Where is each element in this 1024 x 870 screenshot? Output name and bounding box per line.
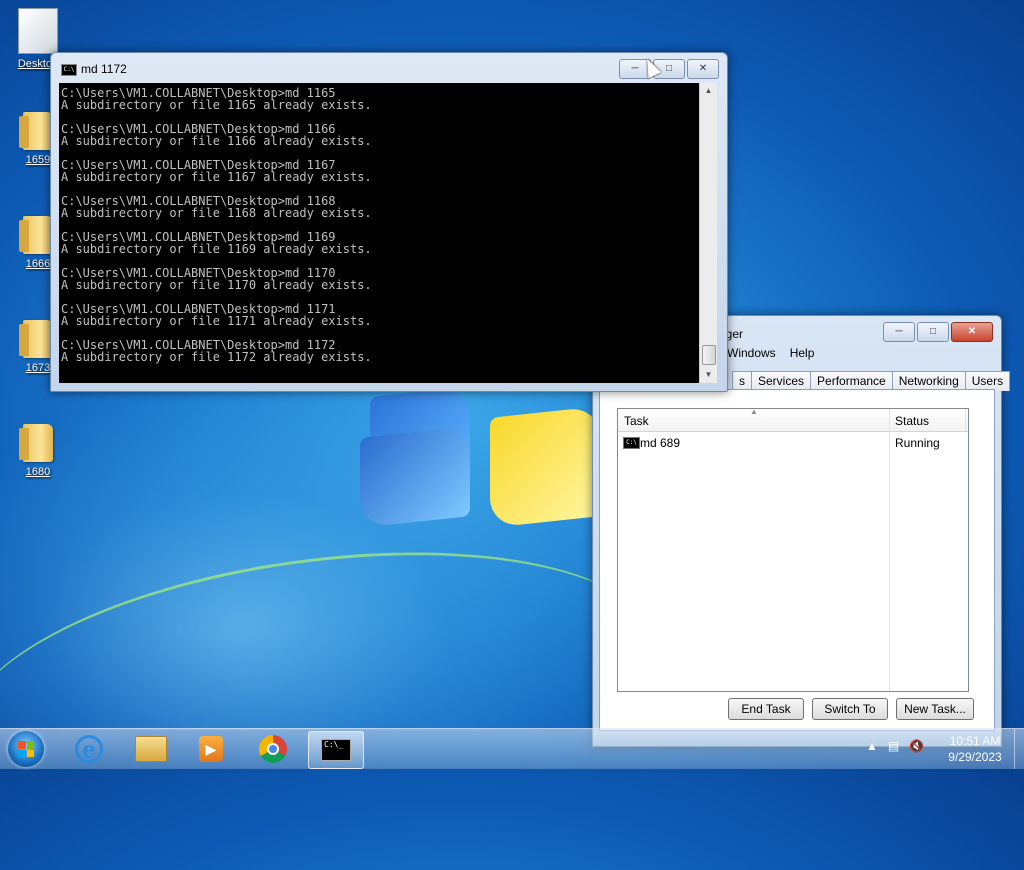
- windows-logo-wallpaper: [360, 386, 600, 542]
- column-header-status[interactable]: Status: [895, 414, 929, 428]
- task-manager-caption-buttons: ─ □ ✕: [883, 322, 993, 342]
- task-status: Running: [895, 436, 940, 450]
- switch-to-button[interactable]: Switch To: [812, 698, 888, 720]
- scroll-down-icon[interactable]: ▼: [700, 367, 717, 383]
- internet-explorer-icon: e: [75, 735, 103, 763]
- tab-users[interactable]: Users: [964, 371, 1011, 391]
- desktop-icon-label: 1666: [25, 258, 51, 270]
- network-icon[interactable]: ▤: [888, 739, 899, 753]
- tab-networking[interactable]: Networking: [891, 371, 966, 391]
- media-player-icon: ▶: [199, 736, 223, 762]
- task-manager-menubar: Windows Help: [727, 346, 814, 364]
- table-row[interactable]: C:\ md 689 Running: [618, 433, 968, 451]
- command-prompt-window[interactable]: C:\ md 1172 ─ □ ✕ C:\Users\VM1.COLLABNET…: [50, 52, 728, 392]
- desktop-icon-label: 1659: [25, 154, 51, 166]
- taskbar-internet-explorer[interactable]: e: [62, 731, 116, 767]
- folder-icon: [19, 112, 53, 150]
- command-prompt-icon: C:\: [623, 437, 640, 449]
- close-button[interactable]: ✕: [951, 322, 993, 342]
- documents-icon: [18, 8, 58, 54]
- new-task-button[interactable]: New Task...: [896, 698, 974, 720]
- scroll-up-icon[interactable]: ▲: [700, 83, 717, 99]
- system-tray: ▲ ▤ 🔇: [866, 739, 924, 753]
- folder-icon: [19, 320, 53, 358]
- desktop-icon-label: 1673: [25, 362, 51, 374]
- tab-performance[interactable]: Performance: [810, 371, 893, 391]
- task-list[interactable]: ▲ Task Status C:\ md 689 Running: [617, 407, 969, 692]
- tab-processes[interactable]: s: [732, 371, 752, 391]
- maximize-button[interactable]: □: [917, 322, 949, 342]
- column-header-task[interactable]: Task: [624, 414, 649, 428]
- volume-muted-icon[interactable]: 🔇: [909, 739, 924, 753]
- desktop-icon-label: 1680: [25, 466, 51, 478]
- end-task-button[interactable]: End Task: [728, 698, 804, 720]
- vertical-scrollbar[interactable]: ▲ ▼: [699, 83, 717, 383]
- start-button[interactable]: [8, 731, 44, 767]
- show-hidden-icons-icon[interactable]: ▲: [866, 739, 878, 753]
- taskbar-chrome[interactable]: [246, 731, 300, 767]
- sort-arrow-icon: ▲: [750, 407, 758, 416]
- tab-services[interactable]: Services: [751, 371, 812, 391]
- close-button[interactable]: ✕: [687, 59, 719, 79]
- minimize-button[interactable]: ─: [883, 322, 915, 342]
- caption-buttons: ─ □ ✕: [619, 59, 719, 79]
- windows-explorer-icon: [135, 736, 167, 762]
- desktop-icon-folder-1680[interactable]: 1680: [12, 424, 64, 478]
- taskbar-windows-explorer[interactable]: [124, 731, 178, 767]
- clock[interactable]: 10:51 AM 9/29/2023: [940, 733, 1010, 765]
- task-manager-tabs: s Services Performance Networking Users: [732, 371, 1011, 391]
- title-bar[interactable]: C:\ md 1172 ─ □ ✕: [51, 53, 727, 83]
- windows-flag-icon: [18, 741, 34, 757]
- folder-icon: [19, 424, 53, 462]
- menu-windows[interactable]: Windows: [727, 346, 776, 364]
- task-name: md 689: [640, 436, 681, 450]
- folder-icon: [19, 216, 53, 254]
- console-text: C:\Users\VM1.COLLABNET\Desktop>md 1165 A…: [61, 86, 372, 364]
- chrome-icon: [259, 735, 287, 763]
- clock-time: 10:51 AM: [949, 734, 1001, 748]
- command-prompt-icon: C:\: [61, 64, 77, 76]
- clock-date: 9/29/2023: [948, 750, 1002, 764]
- show-desktop-button[interactable]: [1014, 729, 1024, 769]
- scroll-thumb[interactable]: [702, 345, 716, 365]
- console-output[interactable]: C:\Users\VM1.COLLABNET\Desktop>md 1165 A…: [59, 83, 699, 383]
- column-separator: [889, 409, 890, 691]
- taskbar-command-prompt[interactable]: C:\_: [308, 731, 364, 769]
- task-list-header: ▲ Task Status: [618, 407, 968, 432]
- taskbar-media-player[interactable]: ▶: [184, 731, 238, 767]
- taskbar: e ▶ C:\_ ▲ ▤ 🔇 10:51 AM 9/29/2023: [0, 728, 1024, 769]
- command-prompt-icon: C:\_: [321, 739, 351, 761]
- window-title: md 1172: [81, 62, 127, 76]
- menu-help[interactable]: Help: [790, 346, 815, 364]
